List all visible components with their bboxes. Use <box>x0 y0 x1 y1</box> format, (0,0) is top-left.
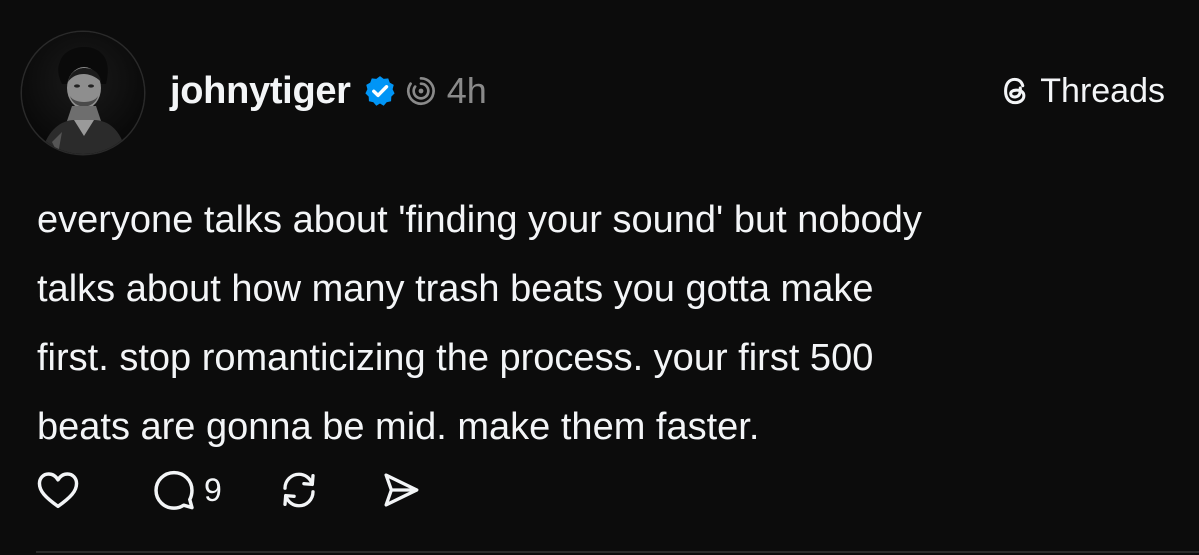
like-button[interactable] <box>36 470 84 510</box>
avatar[interactable] <box>22 32 144 154</box>
post-timestamp: 4h <box>446 70 487 111</box>
repost-icon <box>283 472 315 508</box>
reply-count: 9 <box>204 471 222 508</box>
threads-brand[interactable]: Threads <box>998 68 1165 114</box>
verified-badge-icon <box>363 74 397 108</box>
post-body-text: everyone talks about 'finding your sound… <box>37 199 922 448</box>
repost-button[interactable] <box>278 469 320 511</box>
comment-icon <box>154 470 194 510</box>
post-actions: 9 <box>36 466 422 514</box>
threads-label: Threads <box>1040 71 1165 110</box>
heart-icon <box>37 472 79 509</box>
threads-logo-icon <box>998 73 1032 109</box>
threads-post: johnytiger 4h Threads everyone talks abo… <box>0 0 1199 555</box>
username[interactable]: johnytiger <box>170 70 351 113</box>
ai-label-icon[interactable] <box>405 75 437 107</box>
share-button[interactable] <box>380 469 422 511</box>
share-icon <box>384 473 419 507</box>
avatar-image <box>22 32 144 154</box>
author-row: johnytiger 4h <box>170 66 487 116</box>
divider <box>36 551 1199 553</box>
reply-button[interactable]: 9 <box>152 468 222 512</box>
